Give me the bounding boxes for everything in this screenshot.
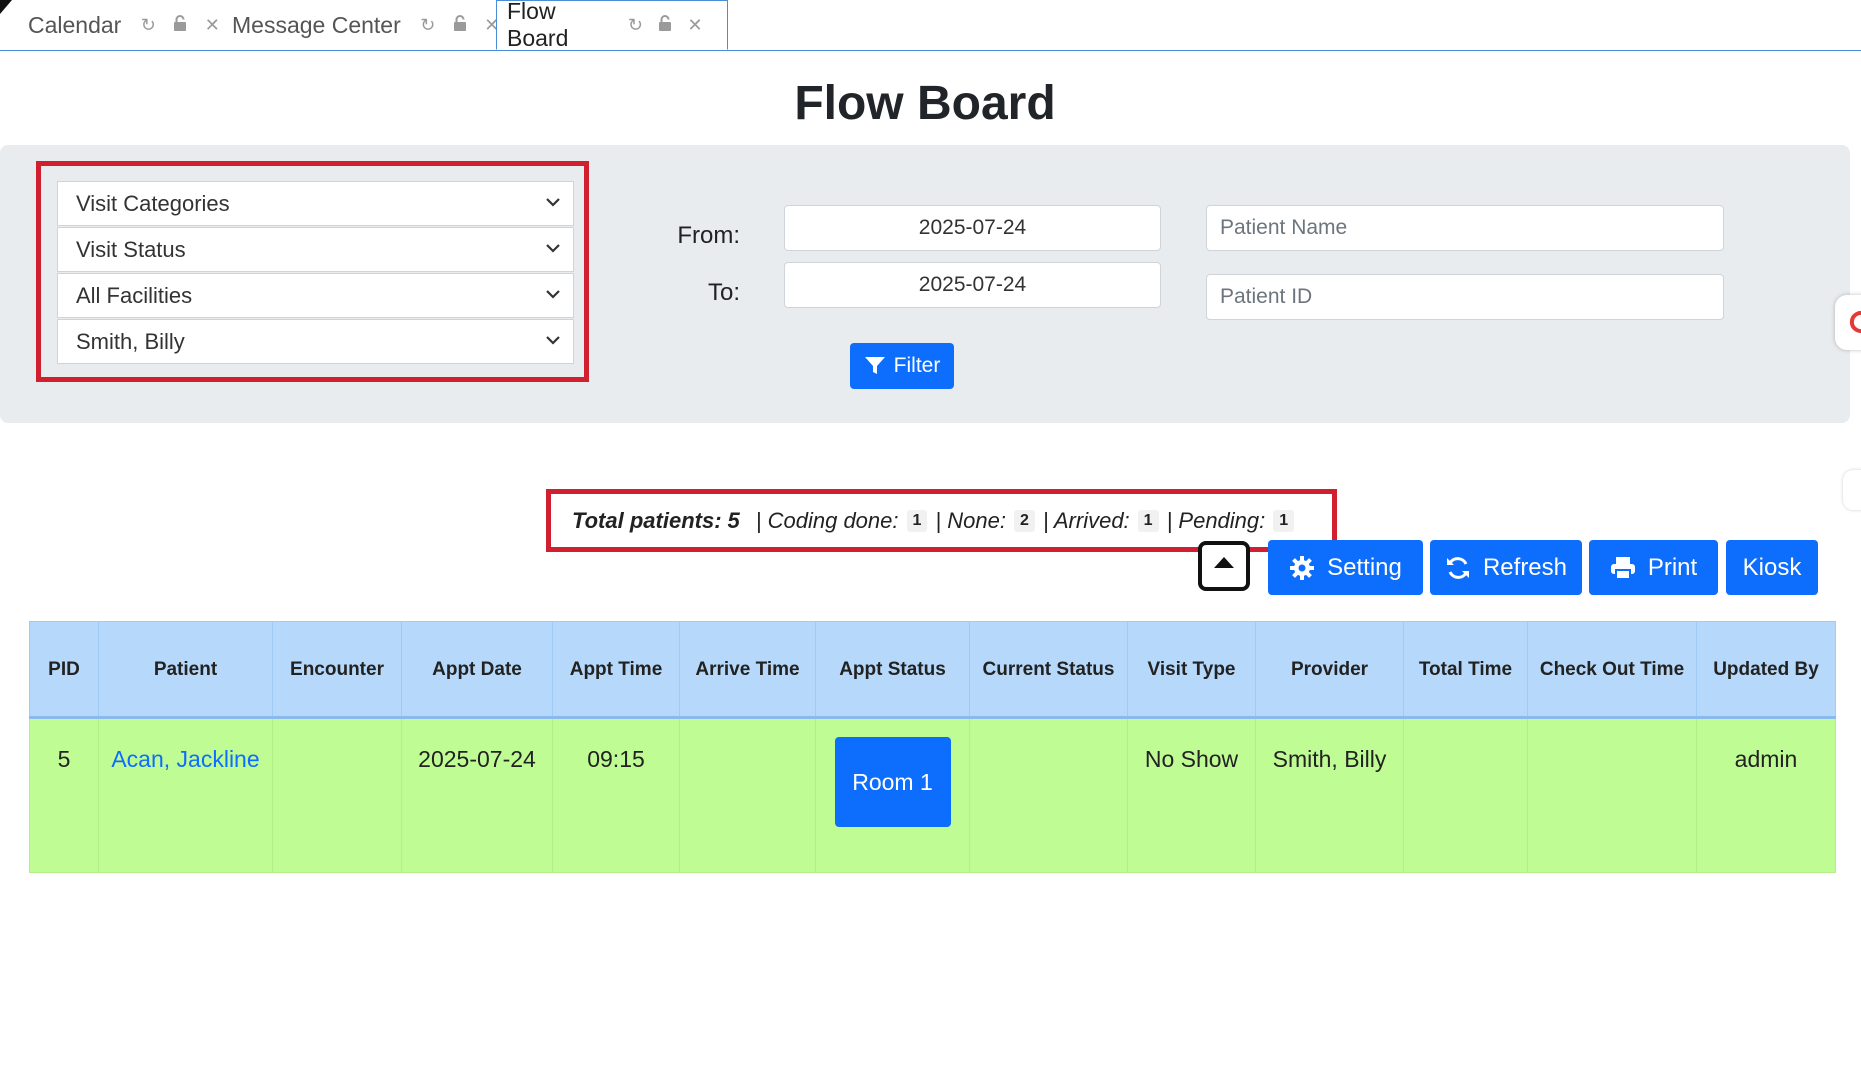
tab-flow-board[interactable]: Flow Board ↻ ✕: [496, 0, 728, 51]
coding-done-badge: 1: [906, 510, 928, 532]
patient-link[interactable]: Acan, Jackline: [111, 746, 259, 772]
pending-label: | Pending:: [1166, 508, 1266, 533]
refresh-label: Refresh: [1482, 553, 1568, 581]
refresh-icon: [1446, 556, 1469, 579]
pending-badge: 1: [1273, 510, 1295, 532]
provider-select[interactable]: Smith, Billy: [57, 319, 574, 364]
caret-up-icon: [1214, 557, 1234, 568]
side-widget[interactable]: [1835, 295, 1861, 350]
total-patients-label: Total patients:: [572, 508, 722, 533]
cell-pid: 5: [29, 717, 99, 873]
cell-current-status: [969, 717, 1128, 873]
col-header-encounter[interactable]: Encounter: [272, 621, 402, 719]
refresh-icon[interactable]: ↻: [419, 15, 437, 36]
filter-icon: [864, 357, 885, 374]
col-header-appt-time[interactable]: Appt Time: [552, 621, 680, 719]
filter-button[interactable]: Filter: [850, 343, 954, 389]
kiosk-label: Kiosk: [1742, 553, 1802, 581]
col-header-visit-type[interactable]: Visit Type: [1127, 621, 1256, 719]
tab-message-center[interactable]: Message Center ↻ ✕: [232, 0, 515, 50]
close-icon[interactable]: ✕: [203, 15, 221, 36]
select-value: Visit Status: [76, 236, 186, 262]
coding-done-label: | Coding done:: [755, 508, 899, 533]
print-button[interactable]: Print: [1589, 540, 1718, 595]
visit-status-select[interactable]: Visit Status: [57, 227, 574, 272]
arrived-badge: 1: [1137, 510, 1159, 532]
filter-button-label: Filter: [893, 354, 941, 377]
chevron-down-icon: [546, 198, 560, 207]
from-date-input[interactable]: 2025-07-24: [784, 205, 1161, 251]
cursor-corner-icon: [0, 0, 12, 14]
select-value: Visit Categories: [76, 190, 230, 216]
cell-check-out-time: [1527, 717, 1697, 873]
table-header-row: PID Patient Encounter Appt Date Appt Tim…: [29, 621, 1836, 719]
to-date-input[interactable]: 2025-07-24: [784, 262, 1161, 308]
col-header-check-out-time[interactable]: Check Out Time: [1527, 621, 1697, 719]
close-icon[interactable]: ✕: [687, 15, 703, 36]
tab-calendar[interactable]: Calendar ↻ ✕: [28, 0, 235, 50]
lock-icon[interactable]: [451, 14, 469, 36]
cell-appt-date: 2025-07-24: [401, 717, 553, 873]
col-header-appt-status[interactable]: Appt Status: [815, 621, 970, 719]
refresh-icon[interactable]: ↻: [139, 15, 157, 36]
setting-label: Setting: [1327, 553, 1402, 581]
col-header-updated-by[interactable]: Updated By: [1696, 621, 1836, 719]
lock-icon[interactable]: [171, 14, 189, 36]
refresh-button[interactable]: Refresh: [1430, 540, 1582, 595]
cell-appt-time: 09:15: [552, 717, 680, 873]
visit-categories-select[interactable]: Visit Categories: [57, 181, 574, 226]
cell-visit-type: No Show: [1127, 717, 1256, 873]
chevron-down-icon: [546, 290, 560, 299]
total-patients-value: 5: [727, 508, 740, 533]
filter-panel: Visit Categories Visit Status All Facili…: [0, 145, 1850, 423]
chevron-down-icon: [546, 244, 560, 253]
tab-label: Message Center: [232, 11, 401, 38]
none-badge: 2: [1013, 510, 1035, 532]
to-label: To:: [707, 279, 740, 306]
appt-status-button[interactable]: Room 1: [834, 737, 951, 827]
side-widget-secondary[interactable]: [1843, 470, 1861, 510]
printer-icon: [1610, 556, 1635, 580]
from-label: From:: [677, 222, 740, 249]
refresh-icon[interactable]: ↻: [627, 15, 643, 36]
patient-name-input[interactable]: Patient Name: [1206, 205, 1724, 251]
print-label: Print: [1647, 553, 1698, 581]
none-label: | None:: [935, 508, 1006, 533]
gear-icon: [1290, 555, 1315, 580]
cell-arrive-time: [679, 717, 816, 873]
col-header-total-time[interactable]: Total Time: [1403, 621, 1528, 719]
col-header-current-status[interactable]: Current Status: [969, 621, 1128, 719]
lock-icon[interactable]: [657, 14, 673, 36]
tab-label: Calendar: [28, 11, 122, 38]
tab-label: Flow Board: [507, 0, 569, 51]
facilities-select[interactable]: All Facilities: [57, 273, 574, 318]
cell-provider: Smith, Billy: [1255, 717, 1404, 873]
col-header-patient[interactable]: Patient: [98, 621, 273, 719]
collapse-filters-button[interactable]: [1198, 541, 1250, 591]
page-title: Flow Board: [794, 77, 1056, 130]
tab-strip: Calendar ↻ ✕ Message Center ↻ ✕ Flow Boa…: [0, 0, 1861, 51]
cell-patient: Acan, Jackline: [98, 717, 273, 873]
cell-appt-status: Room 1: [815, 717, 970, 873]
chevron-down-icon: [546, 336, 560, 345]
col-header-pid[interactable]: PID: [29, 621, 99, 719]
table-row: 5 Acan, Jackline 2025-07-24 09:15 Room 1…: [29, 717, 1836, 873]
setting-button[interactable]: Setting: [1268, 540, 1423, 595]
cell-updated-by: admin: [1696, 717, 1836, 873]
cell-encounter: [272, 717, 402, 873]
arrived-label: | Arrived:: [1042, 508, 1130, 533]
select-value: All Facilities: [76, 282, 193, 308]
cell-total-time: [1403, 717, 1528, 873]
col-header-arrive-time[interactable]: Arrive Time: [679, 621, 816, 719]
widget-logo-icon: [1849, 311, 1861, 333]
patient-id-input[interactable]: Patient ID: [1206, 274, 1724, 320]
kiosk-button[interactable]: Kiosk: [1726, 540, 1818, 595]
select-value: Smith, Billy: [76, 328, 185, 354]
col-header-provider[interactable]: Provider: [1255, 621, 1404, 719]
col-header-appt-date[interactable]: Appt Date: [401, 621, 553, 719]
flow-board-table: PID Patient Encounter Appt Date Appt Tim…: [29, 621, 1836, 873]
patient-summary: Total patients: 5 | Coding done: 1 | Non…: [572, 494, 1302, 548]
